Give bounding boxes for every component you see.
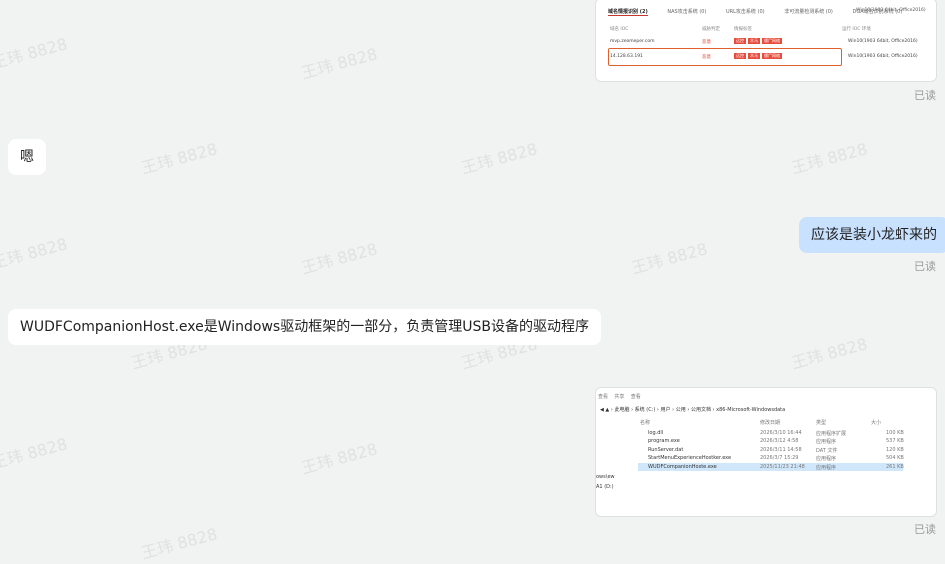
screenshot-col-ioc: 域名 IOC [610,27,629,32]
tag: 僵尸网络 [762,38,782,44]
sidebar-fragment: ows\ew [596,474,615,480]
watermark: 王玮 8828 [299,439,380,478]
explorer-breadcrumb: ◀ ▲ › 此电脑 › 系统 (C:) › 用户 › 公用 › 公用文档 › x… [600,407,786,413]
file-name: program.exe [648,438,680,444]
file-date: 2026/3/7 15:29 [760,455,799,461]
sidebar-fragment: A1 (D:) [596,484,614,490]
tag: 僵尸网络 [762,53,782,59]
screenshot-tab: URL攻击系统 (0) [726,9,765,15]
row-env: Win10(1903 64bit, Office2016) [848,39,918,44]
file-size: 120 KB [886,447,904,453]
crumb: 公用文档 [690,407,711,413]
watermark: 王玮 8828 [459,139,540,178]
file-type: DAT 文件 [816,448,838,454]
screenshot-tabs: 域名情报识别 (2) NAS攻击系统 (0) URL攻击系统 (0) 非可流量检… [608,8,920,16]
col-size: 大小 [871,420,882,426]
screenshot-tab: DGA域名识别系统 (0) [852,9,903,15]
row-ioc: 14.128.63.191 [610,54,643,59]
watermark: 王玮 8828 [629,239,710,278]
message-bubble-right[interactable]: 应该是装小龙虾来的 [799,217,945,253]
file-date: 2026/3/12 4:58 [760,438,799,444]
screenshot-col-verdict: 威胁判定 [702,27,720,32]
row-tags: 远控 木马 僵尸网络 [734,53,784,59]
crumb: 系统 (C:) [634,407,656,413]
tag: 远控 [734,38,746,44]
screenshot-row: 14.128.63.191 [610,54,643,59]
crumb: 此电脑 [614,407,630,413]
file-date: 2025/11/23 21:48 [760,464,805,470]
back-arrow-icon: ◀ ▲ › [600,407,613,413]
highlight-box [608,48,842,66]
file-date: 2026/3/11 14:58 [760,447,802,453]
file-name: RunServer.dat [648,447,684,453]
file-date: 2026/3/10 16:44 [760,430,802,436]
row-tags: 远控 木马 僵尸网络 [734,38,784,44]
col-type: 类型 [816,420,827,426]
watermark: 王玮 8828 [0,34,70,73]
screenshot-tab: NAS攻击系统 (0) [667,9,707,15]
crumb: 公用 [675,407,686,413]
watermark: 王玮 8828 [299,239,380,278]
message-bubble-left[interactable]: WUDFCompanionHost.exe是Windows驱动框架的一部分，负责… [8,309,601,345]
message-text: WUDFCompanionHost.exe是Windows驱动框架的一部分，负责… [20,319,589,335]
col-name: 名称 [640,420,651,426]
message-text: 嗯 [20,149,34,165]
row-verdict: 恶意 [702,40,711,45]
explorer-menu: 查看 共享 查看 [598,393,641,400]
tag: 木马 [748,53,760,59]
read-status: 已读 [914,89,936,102]
col-date: 修改日期 [760,420,781,426]
watermark: 王玮 8828 [789,139,870,178]
watermark: 王玮 8828 [299,44,380,83]
menu-item: 共享 [614,394,625,400]
file-name: WUDFCompanionHoste.exe [648,464,717,470]
screenshot-col-env: 运行 IOC 环境 [842,27,871,32]
screenshot-tab: 域名情报识别 (2) [608,9,648,16]
read-status: 已读 [914,260,936,273]
file-type: 应用程序 [816,439,837,445]
menu-item: 查看 [630,394,641,400]
watermark: 王玮 8828 [139,524,220,563]
message-text: 应该是装小龙虾来的 [811,227,937,243]
watermark: 王玮 8828 [139,139,220,178]
crumb: x86-Microsoft-Windowsdata [716,407,786,413]
file-size: 100 KB [886,430,904,436]
file-size: 261 KB [886,464,904,470]
file-type: 应用程序 [816,456,837,462]
file-name: log.dll [648,430,664,436]
menu-item: 查看 [598,394,609,400]
file-type: 应用程序 [816,465,837,471]
message-bubble-left[interactable]: 嗯 [8,139,46,175]
row-verdict: 恶意 [702,55,711,60]
watermark: 王玮 8828 [789,334,870,373]
screenshot-tab: 非可流量检测系统 (0) [784,9,833,15]
read-status: 已读 [914,523,936,536]
file-type: 应用程序扩展 [816,431,847,437]
file-name: StartMenuExperienceHostker.exe [648,455,732,461]
screenshot-row: mvp.zeomeper.com [610,39,654,44]
tag: 远控 [734,53,746,59]
crumb: 用户 [660,407,671,413]
file-size: 504 KB [886,455,904,461]
file-size: 537 KB [886,438,904,444]
watermark: 王玮 8828 [0,234,70,273]
row-ioc: mvp.zeomeper.com [610,39,655,44]
image-message-file-explorer[interactable]: 查看 共享 查看 ◀ ▲ › 此电脑 › 系统 (C:) › 用户 › 公用 ›… [595,387,937,517]
watermark: 王玮 8828 [0,434,70,473]
image-message-threat-report[interactable]: Win10(1903 64bit, Office2016) 域名情报识别 (2)… [595,0,937,82]
screenshot-col-tags: 情报标签 [734,27,752,32]
tag: 木马 [748,38,760,44]
row-env: Win10(1903 64bit, Office2016) [848,54,918,59]
